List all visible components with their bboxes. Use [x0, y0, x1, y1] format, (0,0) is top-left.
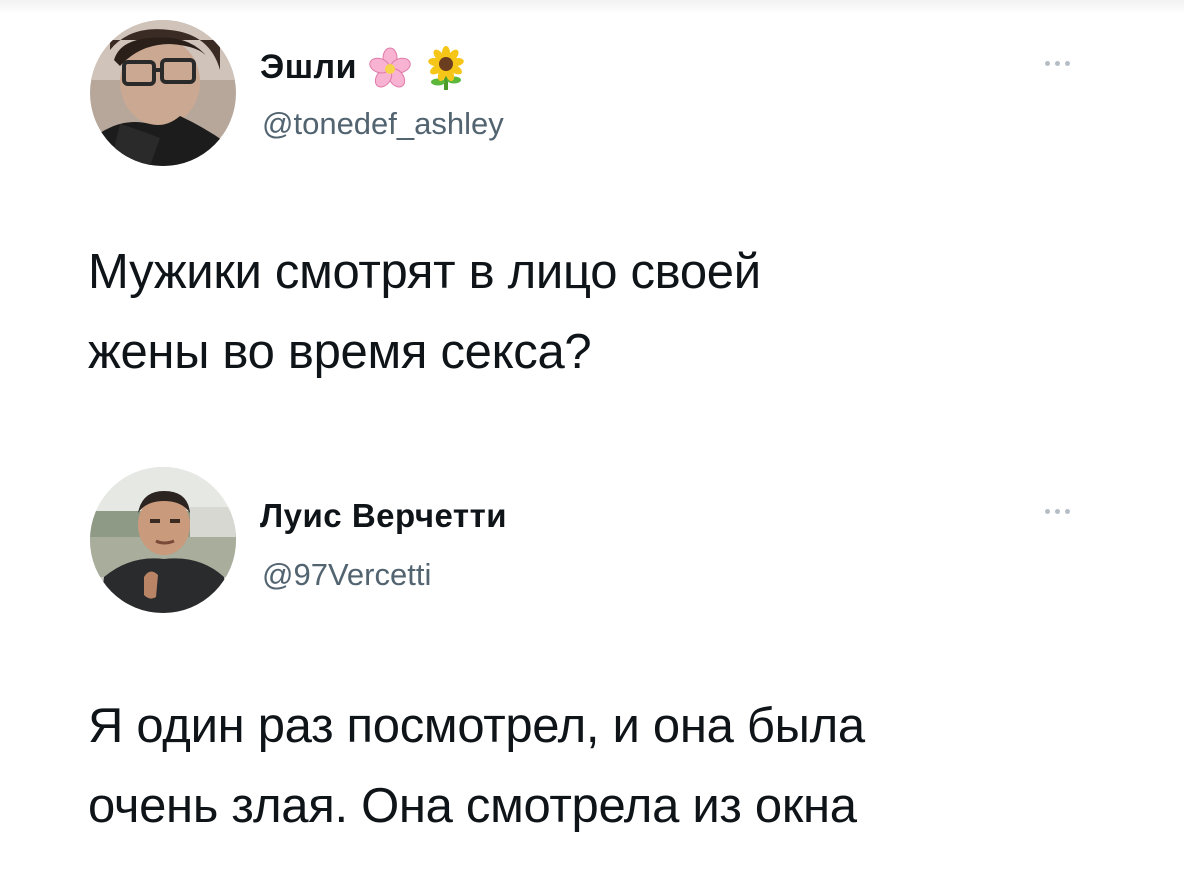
cherry-blossom-icon: [367, 46, 413, 92]
display-name[interactable]: Луис Верчетти: [260, 496, 507, 536]
avatar-photo: [90, 467, 236, 613]
tweet-text: Я один раз посмотрел, и она была очень з…: [88, 686, 865, 846]
user-handle[interactable]: @tonedef_ashley: [262, 106, 504, 142]
tweet-text-line: Я один раз посмотрел, и она была: [88, 699, 865, 753]
tweet-text-line: очень злая. Она смотрела из окна: [88, 779, 857, 833]
avatar-photo: [90, 20, 236, 166]
avatar[interactable]: [90, 20, 236, 166]
tweet-text: Мужики смотрят в лицо своей жены во врем…: [88, 232, 761, 392]
tweet-text-line: Мужики смотрят в лицо своей: [88, 245, 761, 299]
tweet: Луис Верчетти @97Vercetti Я один раз пос…: [0, 440, 1184, 880]
avatar[interactable]: [90, 467, 236, 613]
tweet: Эшли @tonedef_ashley Мужики смотрят в ли…: [0, 0, 1184, 440]
display-name[interactable]: Эшли: [260, 46, 469, 92]
more-horizontal-icon[interactable]: [1043, 58, 1073, 68]
display-name-text: Эшли: [260, 47, 358, 86]
user-handle[interactable]: @97Vercetti: [262, 557, 431, 593]
more-horizontal-icon[interactable]: [1043, 506, 1073, 516]
sunflower-icon: [423, 46, 469, 92]
tweet-text-line: жены во время секса?: [88, 325, 592, 379]
